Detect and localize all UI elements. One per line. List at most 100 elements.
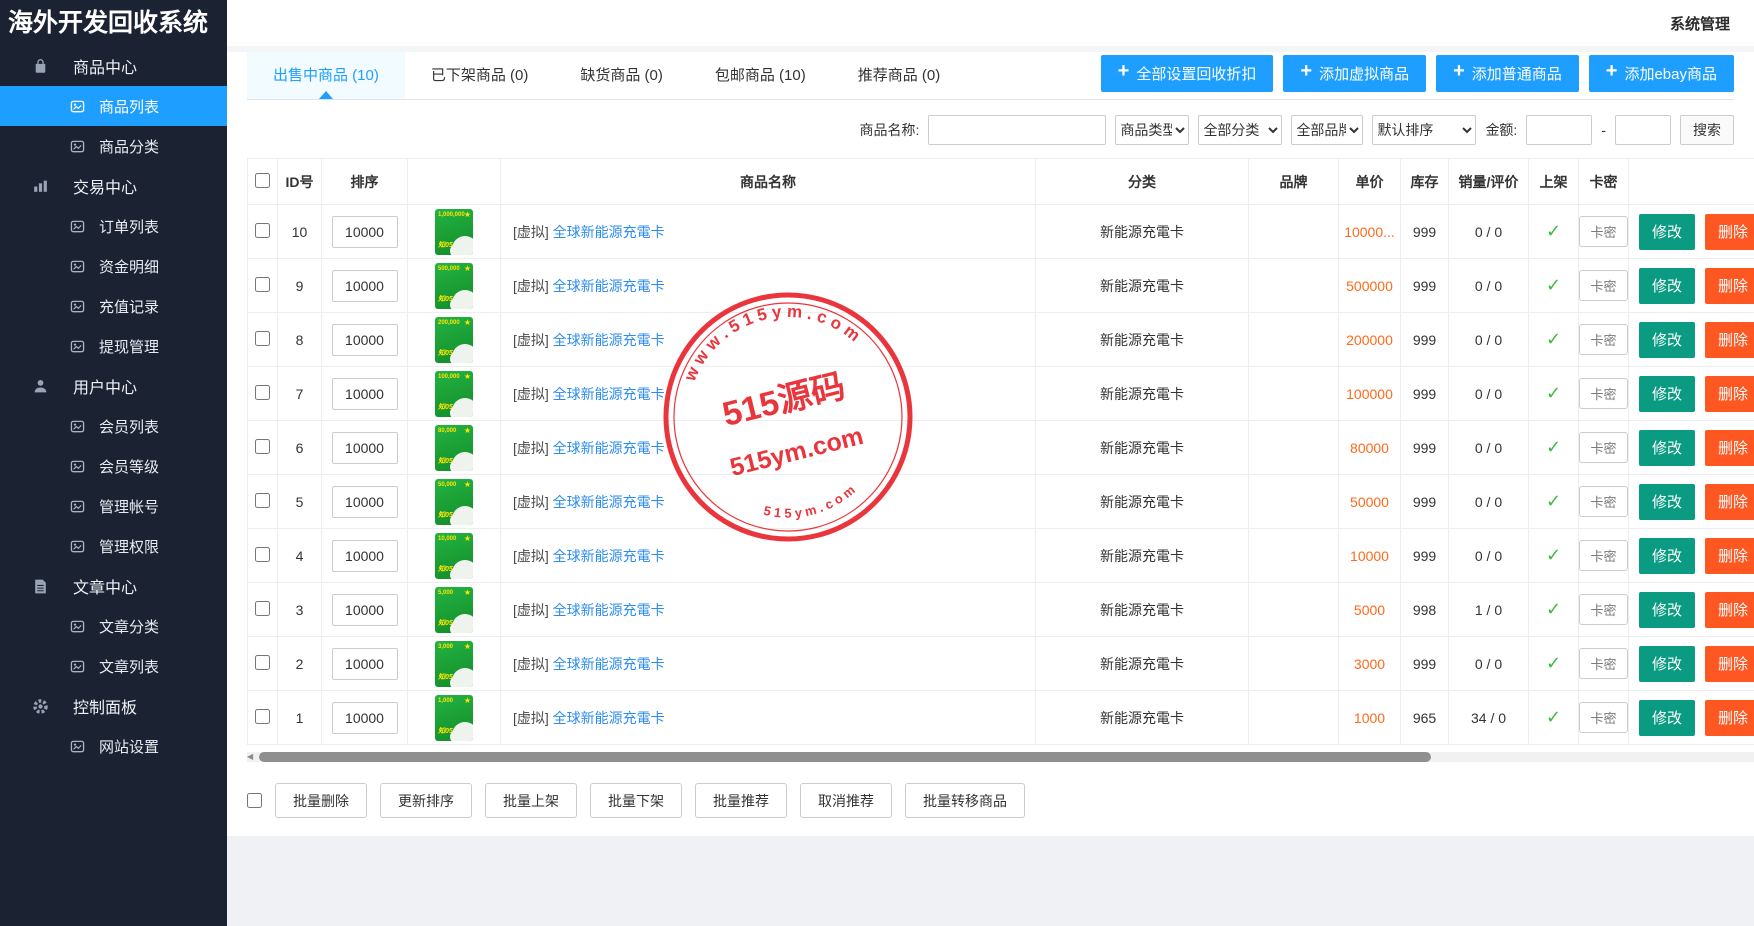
edit-button[interactable]: 修改 bbox=[1639, 484, 1695, 520]
row-checkbox[interactable] bbox=[255, 547, 270, 562]
product-image[interactable]: 10,000 ★ 知05 bbox=[435, 533, 473, 579]
batch-button[interactable]: 批量删除 bbox=[275, 783, 367, 818]
tab-off-shelf[interactable]: 已下架商品 (0) bbox=[405, 52, 555, 99]
edit-button[interactable]: 修改 bbox=[1639, 538, 1695, 574]
delete-button[interactable]: 删除 bbox=[1705, 700, 1754, 736]
card-key-button[interactable]: 卡密 bbox=[1579, 540, 1627, 571]
card-key-button[interactable]: 卡密 bbox=[1579, 378, 1627, 409]
sidebar-item-withdraw-manage[interactable]: 提现管理 bbox=[0, 326, 227, 366]
edit-button[interactable]: 修改 bbox=[1639, 376, 1695, 412]
delete-button[interactable]: 删除 bbox=[1705, 538, 1754, 574]
sort-input[interactable] bbox=[332, 702, 398, 734]
batch-select-checkbox[interactable] bbox=[247, 793, 262, 808]
product-type-select[interactable]: 商品类型 bbox=[1115, 115, 1189, 145]
sort-input[interactable] bbox=[332, 378, 398, 410]
edit-button[interactable]: 修改 bbox=[1639, 322, 1695, 358]
sidebar-item-member-list[interactable]: 会员列表 bbox=[0, 406, 227, 446]
product-image[interactable]: 500,000 ★ 知05 bbox=[435, 263, 473, 309]
tab-on-sale[interactable]: 出售中商品 (10) bbox=[247, 52, 405, 99]
search-button[interactable]: 搜索 bbox=[1680, 115, 1734, 145]
sort-input[interactable] bbox=[332, 648, 398, 680]
sort-input[interactable] bbox=[332, 594, 398, 626]
sidebar-item-goods-category[interactable]: 商品分类 bbox=[0, 126, 227, 166]
set-recycle-discount-button[interactable]: +全部设置回收折扣 bbox=[1101, 55, 1274, 92]
amount-min-input[interactable] bbox=[1526, 115, 1592, 145]
add-ebay-product-button[interactable]: +添加ebay商品 bbox=[1589, 55, 1734, 92]
sidebar-group-user[interactable]: 用户中心 bbox=[0, 366, 227, 406]
row-checkbox[interactable] bbox=[255, 331, 270, 346]
delete-button[interactable]: 删除 bbox=[1705, 592, 1754, 628]
sidebar-item-site-settings[interactable]: 网站设置 bbox=[0, 726, 227, 766]
batch-button[interactable]: 批量下架 bbox=[590, 783, 682, 818]
card-key-button[interactable]: 卡密 bbox=[1579, 594, 1627, 625]
batch-button[interactable]: 取消推荐 bbox=[800, 783, 892, 818]
row-checkbox[interactable] bbox=[255, 439, 270, 454]
product-name-link[interactable]: 全球新能源充電卡 bbox=[553, 656, 665, 672]
sidebar-item-admin-permission[interactable]: 管理权限 bbox=[0, 526, 227, 566]
row-checkbox[interactable] bbox=[255, 709, 270, 724]
product-name-link[interactable]: 全球新能源充電卡 bbox=[553, 278, 665, 294]
product-name-link[interactable]: 全球新能源充電卡 bbox=[553, 710, 665, 726]
amount-max-input[interactable] bbox=[1615, 115, 1671, 145]
product-image[interactable]: 5,000 ★ 知05 bbox=[435, 587, 473, 633]
system-admin-menu[interactable]: 系统管理 bbox=[1670, 13, 1730, 34]
card-key-button[interactable]: 卡密 bbox=[1579, 216, 1627, 247]
sort-order-select[interactable]: 默认排序 bbox=[1372, 115, 1476, 145]
row-checkbox[interactable] bbox=[255, 385, 270, 400]
product-image[interactable]: 1,000,000 ★ 知05 bbox=[435, 209, 473, 255]
row-checkbox[interactable] bbox=[255, 655, 270, 670]
edit-button[interactable]: 修改 bbox=[1639, 214, 1695, 250]
edit-button[interactable]: 修改 bbox=[1639, 430, 1695, 466]
card-key-button[interactable]: 卡密 bbox=[1579, 270, 1627, 301]
edit-button[interactable]: 修改 bbox=[1639, 700, 1695, 736]
product-image[interactable]: 3,000 ★ 知05 bbox=[435, 641, 473, 687]
delete-button[interactable]: 删除 bbox=[1705, 376, 1754, 412]
delete-button[interactable]: 删除 bbox=[1705, 268, 1754, 304]
sidebar-group-trade[interactable]: 交易中心 bbox=[0, 166, 227, 206]
sort-input[interactable] bbox=[332, 486, 398, 518]
batch-button[interactable]: 更新排序 bbox=[380, 783, 472, 818]
card-key-button[interactable]: 卡密 bbox=[1579, 702, 1627, 733]
add-normal-product-button[interactable]: +添加普通商品 bbox=[1436, 55, 1579, 92]
edit-button[interactable]: 修改 bbox=[1639, 592, 1695, 628]
product-image[interactable]: 80,000 ★ 知05 bbox=[435, 425, 473, 471]
brand-select[interactable]: 全部品牌 bbox=[1291, 115, 1363, 145]
product-image[interactable]: 200,000 ★ 知05 bbox=[435, 317, 473, 363]
sort-input[interactable] bbox=[332, 270, 398, 302]
card-key-button[interactable]: 卡密 bbox=[1579, 486, 1627, 517]
product-name-input[interactable] bbox=[928, 115, 1106, 145]
row-checkbox[interactable] bbox=[255, 601, 270, 616]
sidebar-item-member-level[interactable]: 会员等级 bbox=[0, 446, 227, 486]
batch-button[interactable]: 批量推荐 bbox=[695, 783, 787, 818]
row-checkbox[interactable] bbox=[255, 277, 270, 292]
sidebar-item-recharge-record[interactable]: 充值记录 bbox=[0, 286, 227, 326]
sidebar-item-admin-account[interactable]: 管理帐号 bbox=[0, 486, 227, 526]
delete-button[interactable]: 删除 bbox=[1705, 322, 1754, 358]
delete-button[interactable]: 删除 bbox=[1705, 646, 1754, 682]
edit-button[interactable]: 修改 bbox=[1639, 646, 1695, 682]
product-name-link[interactable]: 全球新能源充電卡 bbox=[553, 332, 665, 348]
sidebar-item-goods-list[interactable]: 商品列表 bbox=[0, 86, 227, 126]
sort-input[interactable] bbox=[332, 216, 398, 248]
sort-input[interactable] bbox=[332, 432, 398, 464]
delete-button[interactable]: 删除 bbox=[1705, 430, 1754, 466]
row-checkbox[interactable] bbox=[255, 223, 270, 238]
product-name-link[interactable]: 全球新能源充電卡 bbox=[553, 494, 665, 510]
sidebar-group-goods[interactable]: 商品中心 bbox=[0, 46, 227, 86]
product-name-link[interactable]: 全球新能源充電卡 bbox=[553, 224, 665, 240]
batch-button[interactable]: 批量转移商品 bbox=[905, 783, 1025, 818]
scroll-left-arrow-icon[interactable]: ◀ bbox=[247, 752, 253, 762]
sidebar-item-article-list[interactable]: 文章列表 bbox=[0, 646, 227, 686]
tab-free-shipping[interactable]: 包邮商品 (10) bbox=[689, 52, 832, 99]
edit-button[interactable]: 修改 bbox=[1639, 268, 1695, 304]
product-image[interactable]: 50,000 ★ 知05 bbox=[435, 479, 473, 525]
tab-out-of-stock[interactable]: 缺货商品 (0) bbox=[554, 52, 689, 99]
sort-input[interactable] bbox=[332, 324, 398, 356]
batch-button[interactable]: 批量上架 bbox=[485, 783, 577, 818]
sort-input[interactable] bbox=[332, 540, 398, 572]
category-select[interactable]: 全部分类 bbox=[1198, 115, 1282, 145]
product-image[interactable]: 100,000 ★ 知05 bbox=[435, 371, 473, 417]
product-name-link[interactable]: 全球新能源充電卡 bbox=[553, 440, 665, 456]
sidebar-group-control[interactable]: 控制面板 bbox=[0, 686, 227, 726]
sidebar-item-order-list[interactable]: 订单列表 bbox=[0, 206, 227, 246]
